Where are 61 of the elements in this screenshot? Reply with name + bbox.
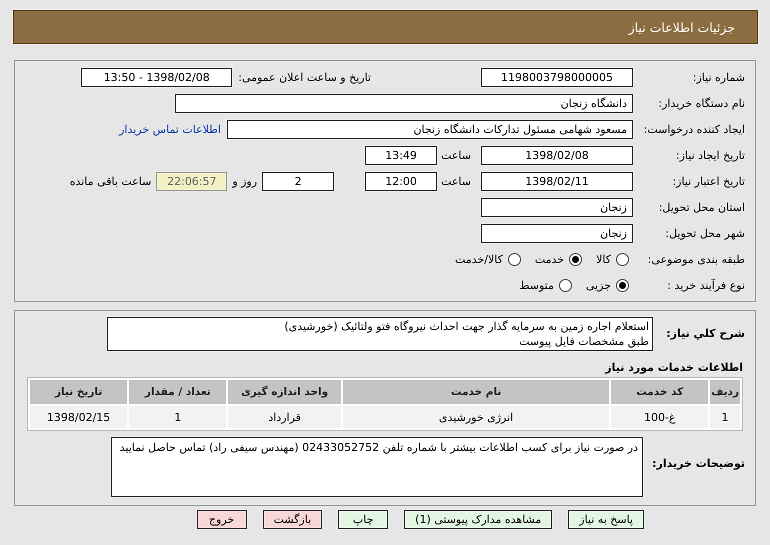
creation-time-field[interactable]: 13:49 bbox=[365, 146, 438, 164]
summary-text: طبق مشخصات فایل پیوست bbox=[518, 334, 649, 349]
remaining-time-field[interactable]: 22:06:57 bbox=[156, 172, 228, 190]
field-label: استان محل تحویل: bbox=[658, 200, 745, 214]
province-field[interactable]: زنجان bbox=[481, 198, 633, 216]
field-label: تاریخ اعتبار نیاز: bbox=[671, 174, 745, 188]
field-label: ساعت bbox=[441, 174, 471, 188]
notes-box: در صورت نیاز برای کسب اطلاعات بیشتر با شماره تلفن 02433052752 (مهندس سیفی راد) تماس حاصل نمایید bbox=[111, 437, 643, 497]
buyer-name-field[interactable]: دانشگاه زنجان bbox=[175, 94, 633, 112]
validity-time-field[interactable]: 12:00 bbox=[365, 172, 438, 190]
radio-label: کالا/خدمت bbox=[455, 252, 503, 266]
radio-label: متوسط bbox=[519, 278, 554, 292]
table-cell: قرارداد bbox=[228, 406, 341, 428]
field-label: نام دستگاه خریدار: bbox=[657, 96, 745, 110]
action-button[interactable]: چاپ bbox=[338, 510, 388, 529]
notes-label: توضیحات خریدار: bbox=[651, 457, 745, 470]
exit-button[interactable]: خروج bbox=[196, 510, 247, 529]
services-title: اطلاعات خدمات مورد نیاز bbox=[604, 360, 744, 376]
field-label: روز و bbox=[232, 174, 258, 188]
table-cell: 1 bbox=[129, 406, 226, 428]
action-button[interactable]: مشاهده مدارک پیوستی (1) bbox=[404, 510, 552, 529]
field-label: شهر محل تحویل: bbox=[664, 226, 745, 240]
page-header: جزئیات اطلاعات نیاز bbox=[13, 10, 758, 44]
requester-field[interactable]: مسعود شهامی مسئول تدارکات دانشگاه زنجان bbox=[227, 120, 633, 138]
column-header: واحد اندازه گیری bbox=[228, 380, 341, 404]
column-header: کد خدمت bbox=[611, 380, 708, 404]
summary-label: شرح كلي نياز: bbox=[665, 327, 745, 340]
contact-link[interactable]: اطلاعات تماس خریدار bbox=[119, 122, 221, 136]
radio-button[interactable] bbox=[616, 278, 629, 292]
column-header: ردیف bbox=[710, 380, 740, 404]
table-cell: 1 bbox=[710, 406, 740, 428]
table-cell: غ-100 bbox=[611, 406, 708, 428]
column-header: تعداد / مقدار bbox=[129, 380, 226, 404]
city-field[interactable]: زنجان bbox=[481, 224, 633, 242]
field-label: طبقه بندی موضوعی: bbox=[646, 252, 745, 266]
column-header: نام خدمت bbox=[342, 380, 610, 404]
need-number-field[interactable]: 1198003798000005 bbox=[481, 68, 633, 86]
field-label: ساعت باقی مانده bbox=[70, 174, 152, 188]
radio-label: جزیی bbox=[586, 278, 611, 292]
table-cell: 1398/02/15 bbox=[30, 406, 128, 428]
days-field[interactable]: 2 bbox=[262, 172, 334, 190]
field-label: نوع فرآیند خرید : bbox=[666, 278, 745, 292]
announce-date-field[interactable]: 1398/02/08 - 13:50 bbox=[81, 68, 232, 86]
creation-date-field[interactable]: 1398/02/08 bbox=[481, 146, 633, 164]
field-label: ایجاد کننده درخواست: bbox=[642, 122, 745, 136]
field-label: تاریخ ایجاد نیاز: bbox=[674, 148, 745, 162]
radio-label: کالا bbox=[596, 252, 611, 266]
radio-button[interactable] bbox=[616, 252, 629, 266]
field-label: ساعت bbox=[441, 148, 471, 162]
field-label: شماره نیاز: bbox=[692, 70, 745, 84]
radio-button[interactable] bbox=[569, 252, 582, 266]
column-header: تاریخ نیاز bbox=[30, 380, 128, 404]
summary-text: استعلام اجاره زمین به سرمایه گذار جهت احداث نیروگاه فتو ولتائیک (خورشیدی) bbox=[283, 319, 649, 334]
action-button[interactable]: پاسخ به نیاز bbox=[568, 510, 644, 529]
table-cell: انرژی خورشیدی bbox=[342, 406, 610, 428]
radio-label: خدمت bbox=[534, 252, 564, 266]
radio-button[interactable] bbox=[508, 252, 521, 266]
field-label: تاریخ و ساعت اعلان عمومی: bbox=[238, 70, 371, 84]
radio-button[interactable] bbox=[558, 278, 572, 292]
exit-button[interactable]: بازگشت bbox=[262, 510, 322, 529]
validity-date-field[interactable]: 1398/02/11 bbox=[481, 172, 633, 190]
